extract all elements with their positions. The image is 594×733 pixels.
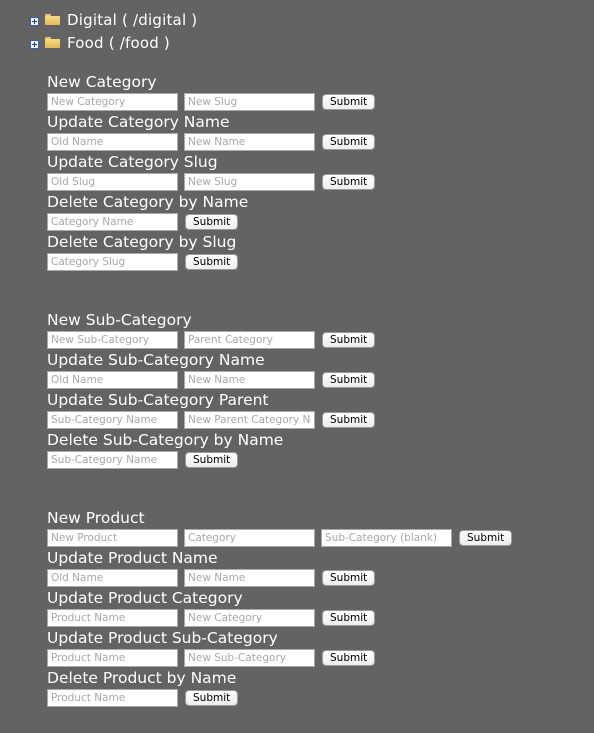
expand-plus-icon[interactable] <box>30 39 39 49</box>
admin-forms: New Category Submit Update Category Name… <box>47 72 513 708</box>
new-parent-category-input[interactable] <box>184 411 315 429</box>
new-category-form: New Category Submit <box>47 72 512 112</box>
submit-button[interactable]: Submit <box>322 94 376 110</box>
form-heading: Delete Product by Name <box>47 669 237 687</box>
tree-item-label[interactable]: Digital ( /digital ) <box>67 11 197 29</box>
tree-item-label[interactable]: Food ( /food ) <box>67 34 170 52</box>
product-name-input[interactable] <box>47 649 178 667</box>
new-product-form: New Product Submit <box>47 508 513 548</box>
new-category-input[interactable] <box>184 609 315 627</box>
old-name-input[interactable] <box>47 371 178 389</box>
new-slug-input[interactable] <box>184 93 315 111</box>
form-heading: Update Category Slug <box>47 153 218 171</box>
subcategory-name-input[interactable] <box>47 411 178 429</box>
subcategory-input[interactable] <box>321 529 452 547</box>
product-name-input[interactable] <box>47 609 178 627</box>
folder-icon <box>45 13 60 25</box>
folder-icon <box>45 36 60 48</box>
old-name-input[interactable] <box>47 133 178 151</box>
delete-product-by-name-form: Delete Product by Name Submit <box>47 668 512 708</box>
form-heading: Update Product Name <box>47 549 218 567</box>
submit-button[interactable]: Submit <box>322 174 376 190</box>
form-heading: New Product <box>47 509 145 527</box>
form-heading: Delete Sub-Category by Name <box>47 431 284 449</box>
submit-button[interactable]: Submit <box>322 610 376 626</box>
category-input[interactable] <box>184 529 315 547</box>
submit-button[interactable]: Submit <box>322 412 376 428</box>
old-name-input[interactable] <box>47 569 178 587</box>
update-category-name-form: Update Category Name Submit <box>47 112 512 152</box>
tree-item-digital[interactable]: Digital ( /digital ) <box>30 9 197 31</box>
submit-button[interactable]: Submit <box>322 650 376 666</box>
update-product-category-form: Update Product Category Submit <box>47 588 512 628</box>
tree-item-food[interactable]: Food ( /food ) <box>30 32 197 54</box>
update-subcategory-parent-form: Update Sub-Category Parent Submit <box>47 390 512 430</box>
form-heading: Update Product Sub-Category <box>47 629 278 647</box>
new-category-input[interactable] <box>47 93 178 111</box>
form-heading: Update Sub-Category Parent <box>47 391 269 409</box>
form-heading: New Category <box>47 73 157 91</box>
update-product-subcategory-form: Update Product Sub-Category Submit <box>47 628 512 668</box>
submit-button[interactable]: Submit <box>322 134 376 150</box>
submit-button[interactable]: Submit <box>322 372 376 388</box>
new-product-input[interactable] <box>47 529 178 547</box>
submit-button[interactable]: Submit <box>185 214 239 230</box>
delete-category-by-name-form: Delete Category by Name Submit <box>47 192 512 232</box>
new-slug-input[interactable] <box>184 173 315 191</box>
category-slug-input[interactable] <box>47 253 178 271</box>
submit-button[interactable]: Submit <box>185 690 239 706</box>
update-subcategory-name-form: Update Sub-Category Name Submit <box>47 350 512 390</box>
new-name-input[interactable] <box>184 133 315 151</box>
submit-button[interactable]: Submit <box>322 570 376 586</box>
category-name-input[interactable] <box>47 213 178 231</box>
form-heading: New Sub-Category <box>47 311 192 329</box>
new-name-input[interactable] <box>184 371 315 389</box>
parent-category-input[interactable] <box>184 331 315 349</box>
old-slug-input[interactable] <box>47 173 178 191</box>
new-subcategory-input[interactable] <box>184 649 315 667</box>
submit-button[interactable]: Submit <box>185 452 239 468</box>
form-heading: Update Sub-Category Name <box>47 351 265 369</box>
submit-button[interactable]: Submit <box>185 254 239 270</box>
category-tree: Digital ( /digital ) Food ( /food ) <box>30 9 197 55</box>
form-heading: Update Product Category <box>47 589 243 607</box>
new-subcategory-form: New Sub-Category Submit <box>47 310 512 350</box>
new-name-input[interactable] <box>184 569 315 587</box>
submit-button[interactable]: Submit <box>459 530 513 546</box>
update-product-name-form: Update Product Name Submit <box>47 548 512 588</box>
form-heading: Delete Category by Name <box>47 193 249 211</box>
submit-button[interactable]: Submit <box>322 332 376 348</box>
product-name-input[interactable] <box>47 689 178 707</box>
update-category-slug-form: Update Category Slug Submit <box>47 152 512 192</box>
expand-plus-icon[interactable] <box>30 16 39 26</box>
form-heading: Update Category Name <box>47 113 230 131</box>
form-heading: Delete Category by Slug <box>47 233 237 251</box>
new-subcategory-input[interactable] <box>47 331 178 349</box>
delete-category-by-slug-form: Delete Category by Slug Submit <box>47 232 512 272</box>
delete-subcategory-by-name-form: Delete Sub-Category by Name Submit <box>47 430 512 470</box>
subcategory-name-input[interactable] <box>47 451 178 469</box>
